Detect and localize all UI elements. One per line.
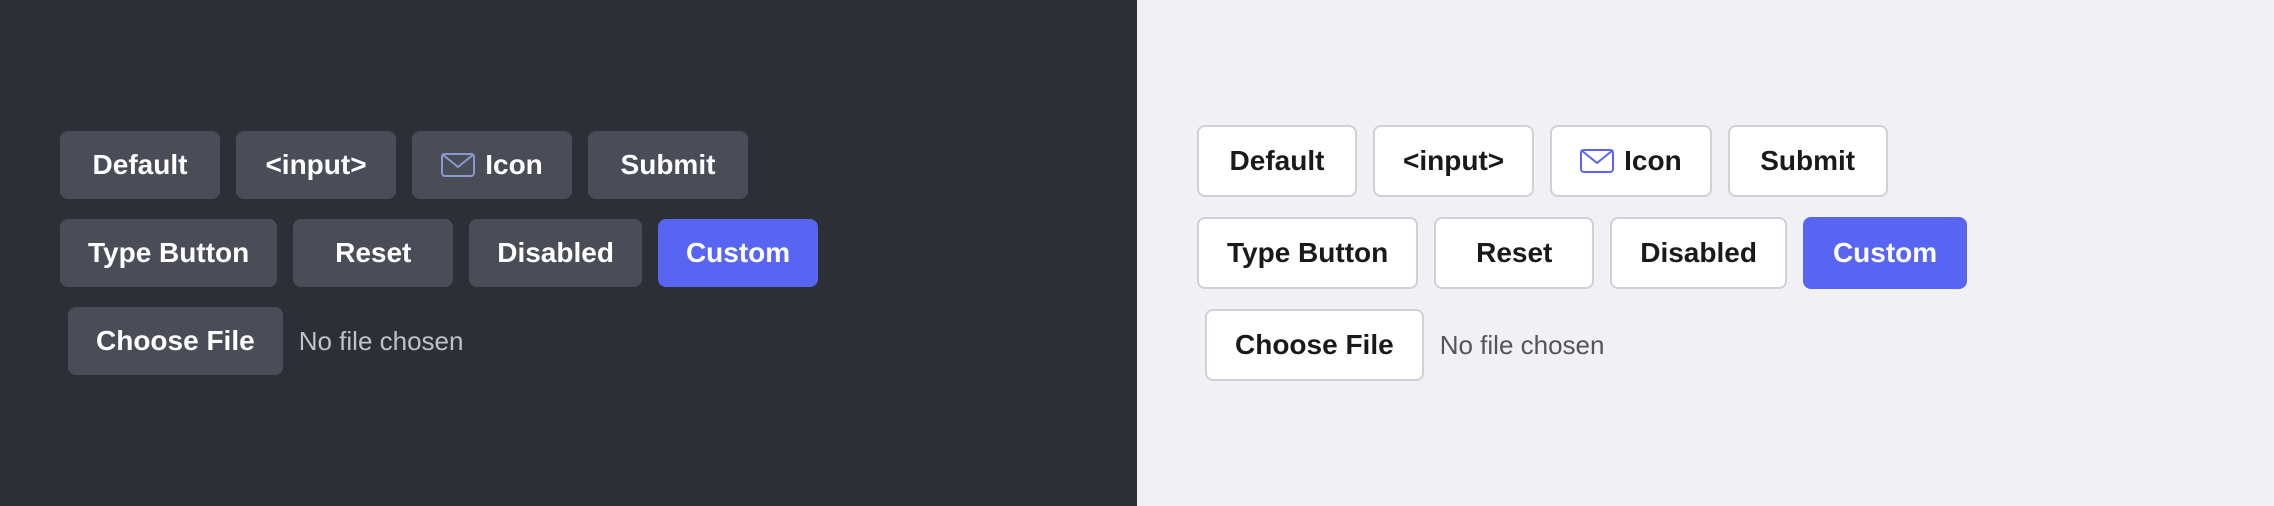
dark-type-button[interactable]: Type Button [60, 219, 277, 287]
dark-input-button[interactable]: <input> [236, 131, 396, 199]
dark-file-status: No file chosen [299, 326, 464, 357]
light-reset-button[interactable]: Reset [1434, 217, 1594, 289]
light-input-button[interactable]: <input> [1373, 125, 1534, 197]
light-icon-button[interactable]: Icon [1550, 125, 1712, 197]
dark-file-row: Choose File No file chosen [60, 307, 1077, 375]
light-choose-file-button[interactable]: Choose File [1205, 309, 1424, 381]
email-icon-light [1580, 149, 1614, 173]
light-panel: Default <input> Icon Submit Type Button … [1137, 0, 2274, 506]
dark-custom-button[interactable]: Custom [658, 219, 818, 287]
dark-default-button[interactable]: Default [60, 131, 220, 199]
light-icon-label: Icon [1624, 145, 1682, 177]
light-type-button[interactable]: Type Button [1197, 217, 1418, 289]
dark-choose-file-button[interactable]: Choose File [68, 307, 283, 375]
light-custom-button[interactable]: Custom [1803, 217, 1967, 289]
light-file-row: Choose File No file chosen [1197, 309, 2214, 381]
dark-icon-button[interactable]: Icon [412, 131, 572, 199]
dark-disabled-button[interactable]: Disabled [469, 219, 642, 287]
dark-panel: Default <input> Icon Submit Type Button … [0, 0, 1137, 506]
dark-icon-label: Icon [485, 149, 543, 181]
dark-submit-button[interactable]: Submit [588, 131, 748, 199]
light-disabled-button[interactable]: Disabled [1610, 217, 1787, 289]
light-default-button[interactable]: Default [1197, 125, 1357, 197]
light-row-1: Default <input> Icon Submit [1197, 125, 2214, 197]
light-submit-button[interactable]: Submit [1728, 125, 1888, 197]
light-row-2: Type Button Reset Disabled Custom [1197, 217, 2214, 289]
dark-row-2: Type Button Reset Disabled Custom [60, 219, 1077, 287]
email-icon [441, 153, 475, 177]
dark-reset-button[interactable]: Reset [293, 219, 453, 287]
light-file-status: No file chosen [1440, 330, 1605, 361]
dark-row-1: Default <input> Icon Submit [60, 131, 1077, 199]
